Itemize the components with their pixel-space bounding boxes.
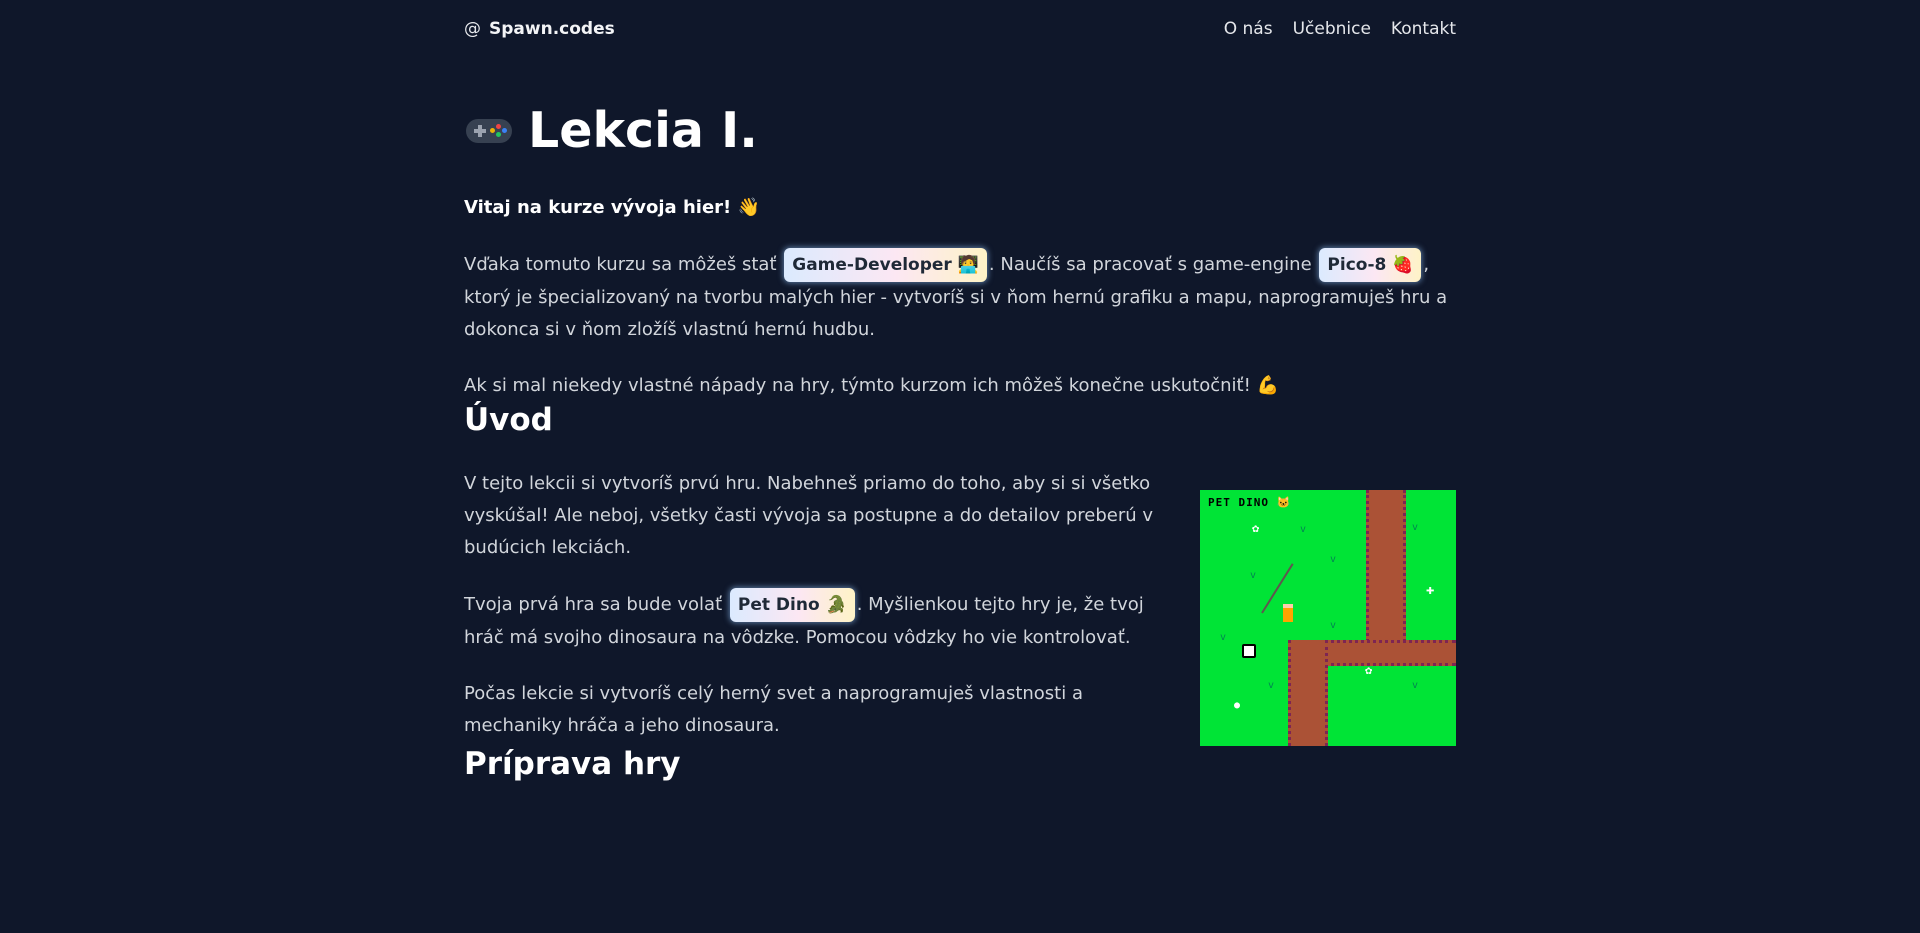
- top-nav: @ Spawn.codes O nás Učebnice Kontakt: [464, 0, 1456, 58]
- dino-sprite: [1242, 644, 1256, 658]
- page-container: @ Spawn.codes O nás Učebnice Kontakt Lek…: [464, 0, 1456, 782]
- badge-pet-dino: Pet Dino 🐊: [729, 588, 855, 622]
- dirt-path-vertical: [1366, 490, 1406, 648]
- nav-link-kontakt[interactable]: Kontakt: [1391, 19, 1456, 39]
- player-sprite: [1283, 604, 1293, 622]
- uvod-paragraph-1: V tejto lekcii si vytvoríš prvú hru. Nab…: [464, 473, 1154, 558]
- section-heading-priprava: Príprava hry: [464, 746, 681, 782]
- flower-sprite: ✿: [1365, 663, 1373, 677]
- page-title-text: Lekcia I.: [528, 101, 758, 159]
- grass-sprite: v: [1412, 522, 1419, 533]
- intro-text-b: . Naučíš sa pracovať s game-engine: [988, 254, 1312, 275]
- nav-link-ucebnice[interactable]: Učebnice: [1293, 19, 1371, 39]
- grass-sprite: v: [1220, 632, 1227, 643]
- page-title: Lekcia I.: [464, 98, 1456, 162]
- skull-sprite: ●: [1234, 700, 1241, 711]
- bone-sprite: ✚: [1426, 582, 1435, 598]
- badge-game-developer: Game-Developer 🧑‍💻: [784, 248, 987, 282]
- grass-sprite: v: [1412, 680, 1419, 691]
- gamepad-icon: [464, 113, 514, 147]
- game-title-text: PET DINO 🐱: [1208, 496, 1292, 509]
- nav-links: O nás Učebnice Kontakt: [1224, 19, 1456, 39]
- brand-link[interactable]: @ Spawn.codes: [464, 19, 615, 39]
- uvod-paragraph-3: Počas lekcie si vytvoríš celý herný svet…: [464, 683, 1083, 736]
- intro-paragraph-2: Ak si mal niekedy vlastné nápady na hry,…: [464, 375, 1279, 396]
- grass-sprite: v: [1250, 570, 1257, 581]
- dirt-path-lower: [1288, 640, 1328, 746]
- game-screenshot: PET DINO 🐱 ✿ ✿ v v v v v v v v ✚ ●: [1200, 490, 1456, 746]
- grass-sprite: v: [1330, 554, 1337, 565]
- section-heading-uvod: Úvod: [464, 402, 553, 438]
- uvod-section: V tejto lekcii si vytvoríš prvú hru. Nab…: [464, 468, 1456, 746]
- nav-link-o-nas[interactable]: O nás: [1224, 19, 1273, 39]
- intro-text-a: Vďaka tomuto kurzu sa môžeš stať: [464, 254, 777, 275]
- badge-pico-8: Pico-8 🍓: [1319, 248, 1422, 282]
- flower-sprite: ✿: [1252, 521, 1260, 535]
- grass-sprite: v: [1330, 620, 1337, 631]
- uvod-text-a: Tvoja prvá hra sa bude volať: [464, 594, 723, 615]
- uvod-paragraph-2: Tvoja prvá hra sa bude volať Pet Dino 🐊.…: [464, 588, 1154, 654]
- intro-paragraph-1: Vďaka tomuto kurzu sa môžeš stať Game-De…: [464, 248, 1456, 346]
- welcome-text: Vitaj na kurze vývoja hier! 👋: [464, 197, 760, 218]
- brand-name: Spawn.codes: [489, 19, 615, 39]
- uvod-text: V tejto lekcii si vytvoríš prvú hru. Nab…: [464, 468, 1154, 746]
- at-sign-icon: @: [464, 19, 481, 39]
- grass-sprite: v: [1300, 524, 1307, 535]
- grass-sprite: v: [1268, 680, 1275, 691]
